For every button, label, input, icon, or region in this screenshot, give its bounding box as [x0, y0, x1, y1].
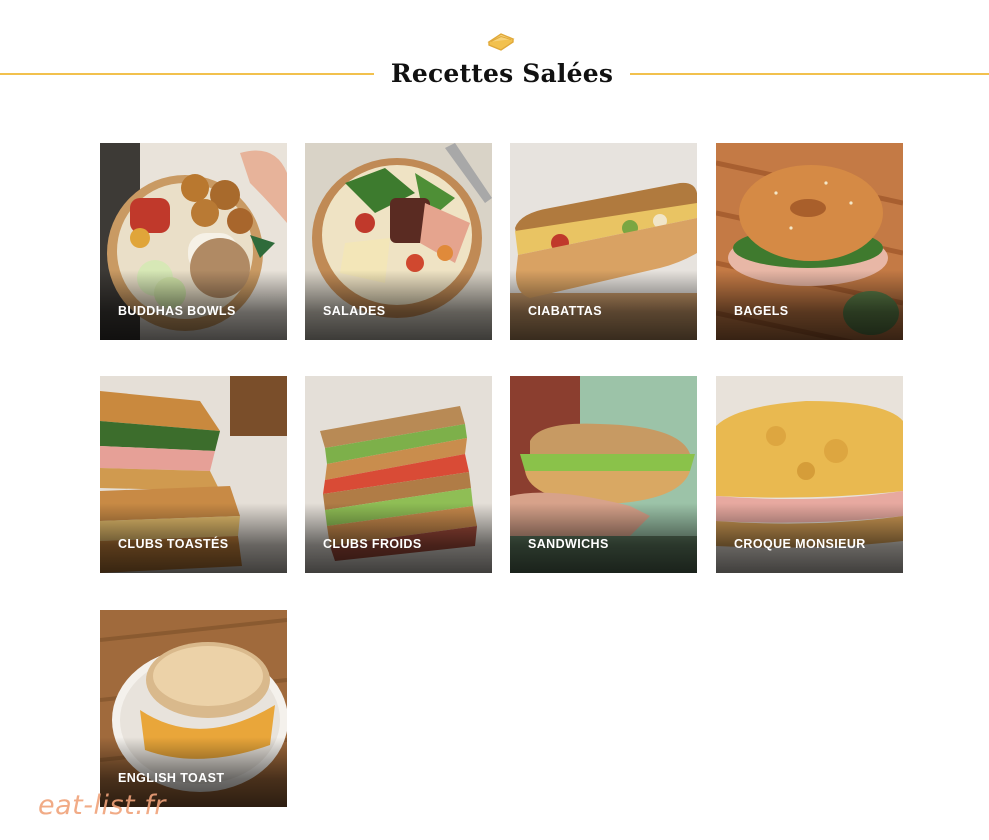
category-card-ciabattas[interactable]: CIABATTAS — [510, 143, 697, 340]
site-watermark: eat-list.fr — [38, 790, 166, 821]
category-label: CIABATTAS — [528, 304, 602, 318]
category-card-bagels[interactable]: BAGELS — [716, 143, 903, 340]
header-rule-right — [630, 73, 989, 75]
category-card-croque-monsieur[interactable]: CROQUE MONSIEUR — [716, 376, 903, 573]
category-label: ENGLISH TOAST — [118, 771, 225, 785]
page-title: Recettes Salées — [390, 59, 614, 88]
category-label: BAGELS — [734, 304, 789, 318]
header-rule-left — [0, 73, 374, 75]
category-card-buddhas-bowls[interactable]: BUDDHAS BOWLS — [100, 143, 287, 340]
category-label: SANDWICHS — [528, 537, 609, 551]
category-card-english-toast[interactable]: ENGLISH TOAST — [100, 610, 287, 807]
section-header: Recettes Salées — [0, 28, 989, 98]
category-card-clubs-toastes[interactable]: CLUBS TOASTÉS — [100, 376, 287, 573]
category-label: CLUBS FROIDS — [323, 537, 422, 551]
category-card-sandwichs[interactable]: SANDWICHS — [510, 376, 697, 573]
sandwich-icon — [487, 33, 515, 51]
category-label: CROQUE MONSIEUR — [734, 537, 866, 551]
category-label: CLUBS TOASTÉS — [118, 537, 229, 551]
category-card-salades[interactable]: SALADES — [305, 143, 492, 340]
category-card-clubs-froids[interactable]: CLUBS FROIDS — [305, 376, 492, 573]
category-label: SALADES — [323, 304, 386, 318]
category-label: BUDDHAS BOWLS — [118, 304, 236, 318]
